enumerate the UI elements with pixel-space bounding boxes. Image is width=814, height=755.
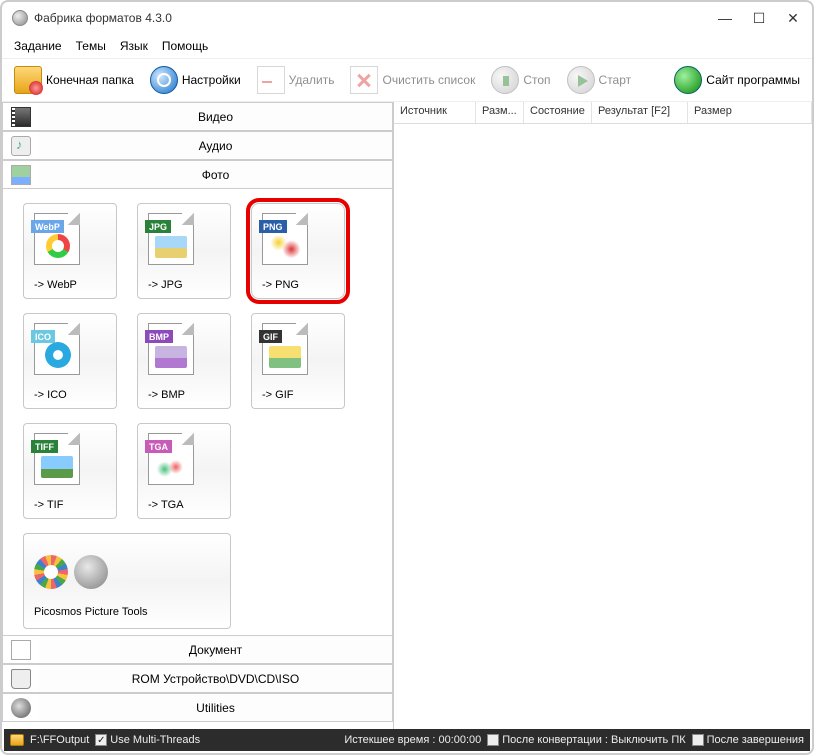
file-list-empty[interactable] [394,124,812,729]
start-button[interactable]: Старт [561,61,638,99]
format-png[interactable]: PNG -> PNG [251,203,345,299]
format-bmp[interactable]: BMP -> BMP [137,313,231,409]
format-jpg[interactable]: JPG -> JPG [137,203,231,299]
file-list-panel: Источник Разм... Состояние Результат [F2… [394,102,812,729]
png-icon [269,236,301,258]
category-document[interactable]: Документ [2,635,393,664]
app-icon [12,10,28,26]
webp-icon [46,234,70,258]
maximize-button[interactable]: ☐ [750,9,768,27]
column-headers: Источник Разм... Состояние Результат [F2… [394,102,812,124]
category-audio[interactable]: Аудио [2,131,393,160]
multithreads-checkbox[interactable]: ✓ Use Multi-Threads [95,734,200,746]
col-result[interactable]: Результат [F2] [592,102,688,123]
close-button[interactable]: ✕ [784,9,802,27]
play-icon [567,66,595,94]
settings-button[interactable]: Настройки [144,61,247,99]
bmp-icon [155,346,187,368]
output-path[interactable]: F:\FFOutput [30,734,89,746]
format-tif[interactable]: TIFF -> TIF [23,423,117,519]
stop-button[interactable]: Стоп [485,61,556,99]
format-gif[interactable]: GIF -> GIF [251,313,345,409]
delete-button[interactable]: Удалить [251,61,341,99]
tiff-icon [41,456,73,478]
category-utilities[interactable]: Utilities [2,693,393,722]
ico-icon [45,342,71,368]
photo-icon [11,165,31,185]
category-rom[interactable]: ROM Устройство\DVD\CD\ISO [2,664,393,693]
tga-icon [155,456,187,478]
titlebar: Фабрика форматов 4.3.0 — ☐ ✕ [2,2,812,34]
gear-icon [74,555,108,589]
menu-help[interactable]: Помощь [162,39,208,53]
jpg-icon [155,236,187,258]
format-tga[interactable]: TGA -> TGA [137,423,231,519]
shutdown-checkbox[interactable]: После конвертации : Выключить ПК [487,734,685,746]
menu-language[interactable]: Язык [120,39,148,53]
col-source[interactable]: Источник [394,102,476,123]
menu-themes[interactable]: Темы [76,39,106,53]
document-icon [11,640,31,660]
categories-panel: Видео Аудио Фото WebP -> WebP JPG -> JPG [2,102,394,729]
clear-list-button[interactable]: Очистить список [344,61,481,99]
menu-task[interactable]: Задание [14,39,62,53]
col-state[interactable]: Состояние [524,102,592,123]
after-checkbox[interactable]: После завершения [692,734,804,746]
gear-icon [150,66,178,94]
folder-icon [14,66,42,94]
globe-icon [674,66,702,94]
site-button[interactable]: Сайт программы [668,61,806,99]
format-webp[interactable]: WebP -> WebP [23,203,117,299]
toolbar: Конечная папка Настройки Удалить Очистит… [2,58,812,102]
output-folder-button[interactable]: Конечная папка [8,61,140,99]
main-body: Видео Аудио Фото WebP -> WebP JPG -> JPG [2,102,812,729]
rom-icon [11,669,31,689]
stop-icon [491,66,519,94]
col-size[interactable]: Разм... [476,102,524,123]
category-photo[interactable]: Фото [2,160,393,189]
format-picosmos[interactable]: Picosmos Picture Tools [23,533,231,629]
category-video[interactable]: Видео [2,102,393,131]
status-bar: F:\FFOutput ✓ Use Multi-Threads Истекшее… [4,729,810,751]
window-title: Фабрика форматов 4.3.0 [34,11,172,25]
col-outsize[interactable]: Размер [688,102,812,123]
delete-icon [257,66,285,94]
utilities-icon [11,698,31,718]
picosmos-icon [34,555,68,589]
elapsed-time: Истекшее время : 00:00:00 [344,734,481,746]
clear-icon [350,66,378,94]
folder-icon[interactable] [10,734,24,746]
video-icon [11,107,31,127]
gif-icon [269,346,301,368]
photo-formats-grid: WebP -> WebP JPG -> JPG PNG -> PNG ICO -… [2,189,393,635]
audio-icon [11,136,31,156]
format-ico[interactable]: ICO -> ICO [23,313,117,409]
minimize-button[interactable]: — [716,9,734,27]
application-window: Фабрика форматов 4.3.0 — ☐ ✕ Задание Тем… [0,0,814,755]
menu-bar: Задание Темы Язык Помощь [2,34,812,58]
